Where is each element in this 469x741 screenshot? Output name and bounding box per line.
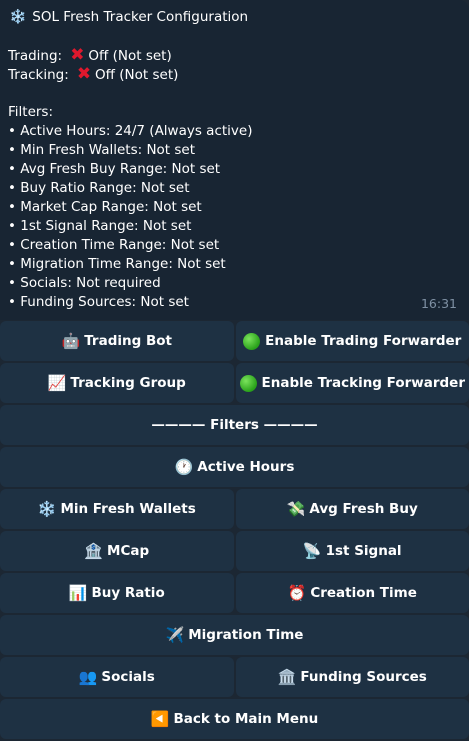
trading-label: Trading: [8, 48, 62, 64]
green-circle-icon [243, 333, 260, 350]
cross-mark-icon: ✖ [73, 65, 95, 84]
socials-button[interactable]: 👥 Socials [0, 657, 234, 697]
first-signal-label: 1st Signal [326, 543, 402, 559]
funding-sources-label: Funding Sources [300, 669, 427, 685]
snowflake-icon: ❄️ [8, 8, 28, 27]
active-hours-label: Active Hours [197, 459, 294, 475]
classical-building-icon: 🏛️ [278, 668, 297, 686]
filter-line: • Avg Fresh Buy Range: Not set [8, 160, 461, 179]
min-fresh-wallets-label: Min Fresh Wallets [60, 501, 195, 517]
bot-message: ❄️ SOL Fresh Tracker Configuration Tradi… [0, 0, 469, 320]
mcap-button[interactable]: 🏦 MCap [0, 531, 234, 571]
enable-trading-forwarder-label: Enable Trading Forwarder [265, 333, 461, 349]
enable-tracking-forwarder-button[interactable]: Enable Tracking Forwarder [236, 363, 469, 403]
filter-line: • Min Fresh Wallets: Not set [8, 141, 461, 160]
keyboard-row: 🏦 MCap 📡 1st Signal [0, 531, 469, 571]
keyboard-row: 📈 Tracking Group Enable Tracking Forward… [0, 363, 469, 403]
alarm-clock-icon: ⏰ [288, 584, 307, 602]
avg-fresh-buy-button[interactable]: 💸 Avg Fresh Buy [236, 489, 469, 529]
satellite-icon: 📡 [303, 542, 322, 560]
first-signal-button[interactable]: 📡 1st Signal [236, 531, 469, 571]
snowflake-icon: ❄️ [38, 500, 57, 518]
bank-icon: 🏦 [84, 542, 103, 560]
keyboard-row: ✈️ Migration Time [0, 615, 469, 655]
trading-bot-button[interactable]: 🤖 Trading Bot [0, 321, 234, 361]
enable-tracking-forwarder-label: Enable Tracking Forwarder [262, 375, 466, 391]
trading-bot-label: Trading Bot [84, 333, 172, 349]
keyboard-row: 📊 Buy Ratio ⏰ Creation Time [0, 573, 469, 613]
tracking-group-button[interactable]: 📈 Tracking Group [0, 363, 234, 403]
back-to-main-menu-button[interactable]: ◀️ Back to Main Menu [0, 699, 469, 739]
chart-increasing-icon: 📈 [48, 374, 67, 392]
tracking-value: Off (Not set) [95, 67, 178, 83]
keyboard-row: ———— Filters ———— [0, 405, 469, 445]
tracking-status: Tracking: ✖Off (Not set) [8, 65, 461, 84]
green-circle-icon [240, 375, 257, 392]
tracking-label: Tracking: [8, 67, 69, 83]
tracking-group-label: Tracking Group [70, 375, 185, 391]
migration-time-label: Migration Time [188, 627, 303, 643]
message-time: 16:31 [421, 294, 457, 313]
filters-divider-label: ———— Filters ———— [151, 417, 317, 433]
filter-line: • Funding Sources: Not set [8, 293, 461, 312]
mcap-label: MCap [107, 543, 149, 559]
creation-time-label: Creation Time [310, 585, 417, 601]
active-hours-button[interactable]: 🕐 Active Hours [0, 447, 469, 487]
filter-line: • Socials: Not required [8, 274, 461, 293]
back-arrow-icon: ◀️ [151, 710, 170, 728]
filter-line: • Active Hours: 24/7 (Always active) [8, 122, 461, 141]
filter-line: • Buy Ratio Range: Not set [8, 179, 461, 198]
socials-label: Socials [101, 669, 154, 685]
back-to-main-menu-label: Back to Main Menu [173, 711, 318, 727]
keyboard-row: ◀️ Back to Main Menu [0, 699, 469, 739]
min-fresh-wallets-button[interactable]: ❄️ Min Fresh Wallets [0, 489, 234, 529]
avg-fresh-buy-label: Avg Fresh Buy [309, 501, 417, 517]
keyboard-row: 👥 Socials 🏛️ Funding Sources [0, 657, 469, 697]
filter-line: • Market Cap Range: Not set [8, 198, 461, 217]
filters-heading: Filters: [8, 103, 461, 122]
migration-time-button[interactable]: ✈️ Migration Time [0, 615, 469, 655]
money-wings-icon: 💸 [287, 500, 306, 518]
filters-divider-button[interactable]: ———— Filters ———— [0, 405, 469, 445]
robot-icon: 🤖 [62, 332, 81, 350]
keyboard-row: ❄️ Min Fresh Wallets 💸 Avg Fresh Buy [0, 489, 469, 529]
airplane-icon: ✈️ [166, 626, 185, 644]
keyboard-row: 🤖 Trading Bot Enable Trading Forwarder [0, 321, 469, 361]
clock-icon: 🕐 [175, 458, 194, 476]
enable-trading-forwarder-button[interactable]: Enable Trading Forwarder [236, 321, 469, 361]
people-icon: 👥 [79, 668, 98, 686]
filter-line: • Migration Time Range: Not set [8, 255, 461, 274]
trading-value: Off (Not set) [88, 48, 171, 64]
cross-mark-icon: ✖ [66, 46, 88, 65]
message-title: ❄️ SOL Fresh Tracker Configuration [8, 8, 461, 27]
creation-time-button[interactable]: ⏰ Creation Time [236, 573, 469, 613]
filter-line: • 1st Signal Range: Not set [8, 217, 461, 236]
bar-chart-icon: 📊 [69, 584, 88, 602]
filter-line: • Creation Time Range: Not set [8, 236, 461, 255]
buy-ratio-button[interactable]: 📊 Buy Ratio [0, 573, 234, 613]
message-title-text: SOL Fresh Tracker Configuration [32, 9, 248, 25]
trading-status: Trading: ✖Off (Not set) [8, 46, 461, 65]
buy-ratio-label: Buy Ratio [91, 585, 164, 601]
inline-keyboard: 🤖 Trading Bot Enable Trading Forwarder 📈… [0, 321, 469, 741]
keyboard-row: 🕐 Active Hours [0, 447, 469, 487]
funding-sources-button[interactable]: 🏛️ Funding Sources [236, 657, 469, 697]
